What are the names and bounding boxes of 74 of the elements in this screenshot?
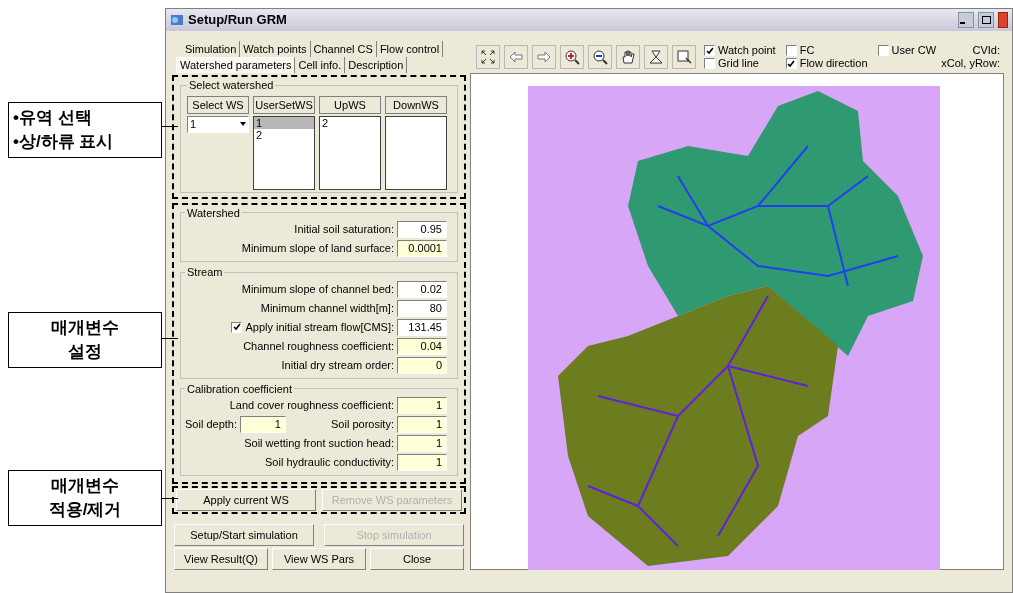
column-header: UserSetWS	[253, 95, 315, 114]
group-title: Calibration coefficient	[186, 381, 293, 397]
leader-line	[162, 338, 178, 339]
tab[interactable]: Watershed parameters	[176, 57, 296, 73]
tab[interactable]: Cell info.	[295, 57, 346, 73]
field-label: Minimum slope of channel bed:	[241, 281, 394, 297]
checkbox[interactable]	[785, 45, 797, 56]
tab[interactable]: Flow control	[376, 41, 444, 57]
zoom-out-icon[interactable]	[588, 45, 612, 69]
checkbox[interactable]	[231, 321, 243, 333]
minimize-button[interactable]	[958, 12, 974, 28]
checkbox[interactable]	[785, 58, 797, 69]
number-field[interactable]: 1	[397, 435, 447, 452]
number-field[interactable]: 1	[240, 416, 286, 433]
checkbox[interactable]	[877, 45, 889, 56]
watershed-dropdown[interactable]: 1	[187, 115, 249, 133]
window-title: Setup/Run GRM	[188, 11, 287, 30]
push-button[interactable]: View Result(Q)	[174, 548, 268, 570]
column-header: DownWS	[385, 95, 447, 114]
push-button[interactable]: Close	[370, 548, 464, 570]
field-label: Minimum channel width[m]:	[260, 300, 394, 316]
group-title: Select watershed	[188, 78, 275, 93]
app-icon	[170, 13, 184, 27]
number-field[interactable]: 1	[397, 416, 447, 433]
field-label: Initial soil saturation:	[294, 222, 394, 238]
list-item[interactable]: 2	[320, 116, 380, 129]
option-label: Watch point	[718, 44, 776, 57]
field-label: Soil porosity:	[331, 417, 394, 433]
field-label: Soil wetting front suction head:	[244, 436, 394, 452]
number-field[interactable]: 0.95	[397, 221, 447, 238]
option-label: Grid line	[718, 57, 759, 70]
push-button[interactable]: Setup/Start simulation	[174, 524, 314, 546]
maximize-button[interactable]	[978, 12, 994, 28]
callout-box: •유역 선택 •상/하류 표시	[8, 102, 162, 158]
number-field[interactable]: 1	[397, 397, 447, 414]
push-button[interactable]: Apply current WS	[176, 489, 316, 511]
tab[interactable]: Channel CS	[310, 41, 377, 57]
option-label: Flow direction	[799, 57, 868, 70]
field-label: Soil depth:	[185, 417, 237, 433]
maximize-icon	[981, 16, 991, 24]
list-item[interactable]: 1	[254, 116, 314, 129]
tab[interactable]: Description	[345, 57, 408, 73]
hand-icon[interactable]	[616, 45, 640, 69]
info-label: CVId:	[972, 44, 1000, 57]
list-item[interactable]: 2	[254, 128, 314, 141]
checkbox[interactable]	[704, 45, 715, 56]
number-field[interactable]: 0	[397, 356, 447, 374]
number-field[interactable]: 80	[397, 299, 447, 317]
number-field[interactable]: 0.0001	[397, 240, 447, 257]
field-label: Soil hydraulic conductivity:	[265, 455, 394, 471]
field-label: Initial dry stream order:	[281, 357, 394, 373]
number-field[interactable]: 1	[397, 454, 447, 471]
fit-extent-icon[interactable]	[476, 45, 500, 69]
field-label: Apply initial stream flow[CMS]:	[245, 319, 394, 335]
number-field[interactable]: 0.02	[397, 280, 447, 298]
number-field[interactable]: 0.04	[397, 337, 447, 355]
option-label: FC	[799, 44, 815, 57]
info-label: xCol, yRow:	[941, 57, 1000, 70]
field-label: Minimum slope of land surface:	[241, 241, 394, 257]
field-label: Land cover roughness coefficient:	[229, 398, 394, 414]
field-label: Channel roughness coefficient:	[243, 338, 394, 354]
checkbox[interactable]	[704, 58, 715, 69]
column-header: UpWS	[319, 95, 381, 114]
option-label: User CW	[891, 44, 937, 57]
dropdown-arrow-icon	[238, 120, 248, 128]
column-header: Select WS	[187, 95, 249, 114]
group-title: Stream	[186, 265, 224, 280]
group-title: Watershed	[186, 205, 241, 221]
push-button[interactable]: View WS Pars	[272, 548, 366, 570]
number-field[interactable]: 131.45	[397, 318, 447, 336]
callout-box: 매개변수 적용/제거	[8, 470, 162, 526]
zoom-in-icon[interactable]	[560, 45, 584, 69]
callout-box: 매개변수 설정	[8, 312, 162, 368]
select-icon[interactable]	[672, 45, 696, 69]
